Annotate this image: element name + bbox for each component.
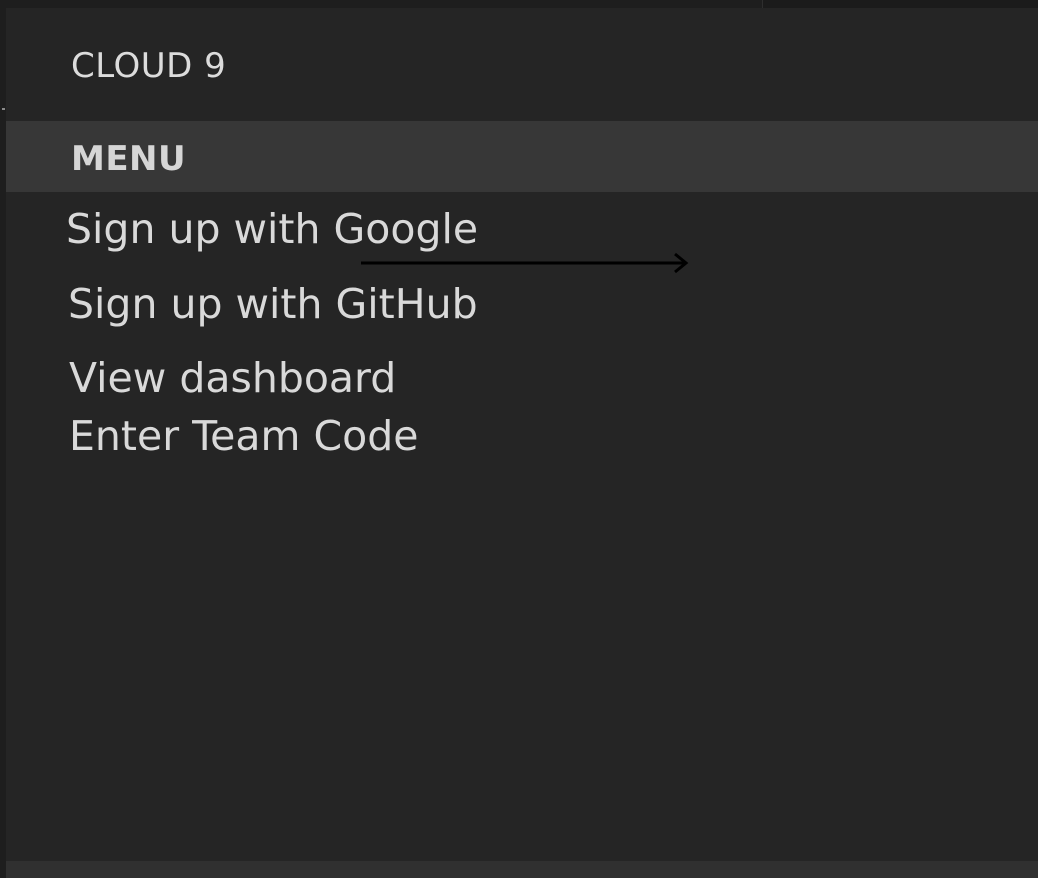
menu-panel: CLOUD 9 MENU Sign up with Google Sign up…	[6, 8, 1038, 878]
window-edge-mark	[2, 108, 5, 110]
app-title: CLOUD 9	[71, 46, 227, 86]
sign-up-github-item[interactable]: Sign up with GitHub	[68, 280, 478, 328]
arrow-right-icon	[361, 252, 689, 274]
sign-up-google-item[interactable]: Sign up with Google	[66, 205, 478, 253]
menu-section-header: MENU	[6, 121, 1038, 192]
panel-footer	[6, 861, 1038, 878]
enter-team-code-item[interactable]: Enter Team Code	[69, 412, 418, 460]
menu-section-title: MENU	[71, 139, 187, 179]
background-editor-strip	[762, 0, 1038, 8]
app-header: CLOUD 9	[6, 8, 1038, 121]
view-dashboard-item[interactable]: View dashboard	[69, 354, 396, 402]
